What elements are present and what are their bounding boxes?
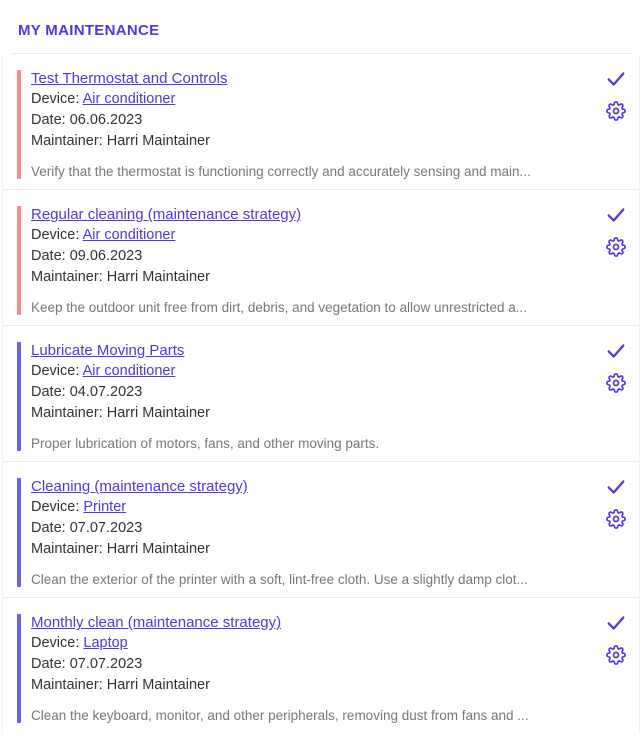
task-title-link[interactable]: Cleaning (maintenance strategy) xyxy=(31,478,248,495)
maintainer-row: Maintainer: Harri Maintainer xyxy=(31,675,579,696)
checkmark-icon[interactable] xyxy=(605,68,627,90)
item-content: Test Thermostat and Controls Device: Air… xyxy=(31,70,629,179)
device-label: Device: xyxy=(31,635,83,651)
list-item: Test Thermostat and Controls Device: Air… xyxy=(3,54,639,190)
description: Verify that the thermostat is functionin… xyxy=(31,164,579,179)
list-item: Cleaning (maintenance strategy) Device: … xyxy=(3,462,639,598)
checkmark-icon[interactable] xyxy=(605,476,627,498)
maintainer-row: Maintainer: Harri Maintainer xyxy=(31,267,579,288)
accent-bar xyxy=(17,342,21,451)
device-row: Device: Printer xyxy=(31,497,579,518)
maintainer-row: Maintainer: Harri Maintainer xyxy=(31,403,579,424)
gear-icon[interactable] xyxy=(605,236,627,258)
maintainer-value: Harri Maintainer xyxy=(107,405,210,421)
accent-bar xyxy=(17,206,21,315)
date-row: Date: 07.07.2023 xyxy=(31,654,579,675)
maintainer-label: Maintainer: xyxy=(31,133,107,149)
device-link[interactable]: Air conditioner xyxy=(83,227,176,243)
gear-icon[interactable] xyxy=(605,644,627,666)
device-row: Device: Air conditioner xyxy=(31,89,579,110)
device-label: Device: xyxy=(31,227,83,243)
maintenance-list: Test Thermostat and Controls Device: Air… xyxy=(2,54,640,733)
date-value: 07.07.2023 xyxy=(70,520,143,536)
date-value: 09.06.2023 xyxy=(70,248,143,264)
maintainer-value: Harri Maintainer xyxy=(107,541,210,557)
device-row: Device: Air conditioner xyxy=(31,225,579,246)
item-actions xyxy=(605,68,627,122)
list-item: Lubricate Moving Parts Device: Air condi… xyxy=(3,326,639,462)
list-item: Monthly clean (maintenance strategy) Dev… xyxy=(3,598,639,733)
device-link[interactable]: Laptop xyxy=(83,635,127,651)
accent-bar xyxy=(17,70,21,179)
device-row: Device: Laptop xyxy=(31,633,579,654)
device-link[interactable]: Printer xyxy=(83,499,126,515)
accent-bar xyxy=(17,478,21,587)
list-item: Regular cleaning (maintenance strategy) … xyxy=(3,190,639,326)
checkmark-icon[interactable] xyxy=(605,612,627,634)
date-row: Date: 09.06.2023 xyxy=(31,246,579,267)
maintainer-value: Harri Maintainer xyxy=(107,677,210,693)
date-label: Date: xyxy=(31,656,70,672)
gear-icon[interactable] xyxy=(605,100,627,122)
date-label: Date: xyxy=(31,384,70,400)
description: Clean the keyboard, monitor, and other p… xyxy=(31,708,579,723)
date-label: Date: xyxy=(31,248,70,264)
description: Keep the outdoor unit free from dirt, de… xyxy=(31,300,579,315)
maintainer-value: Harri Maintainer xyxy=(107,269,210,285)
device-row: Device: Air conditioner xyxy=(31,361,579,382)
item-actions xyxy=(605,476,627,530)
device-label: Device: xyxy=(31,363,83,379)
maintainer-label: Maintainer: xyxy=(31,269,107,285)
item-content: Lubricate Moving Parts Device: Air condi… xyxy=(31,342,629,451)
description: Clean the exterior of the printer with a… xyxy=(31,572,579,587)
date-row: Date: 06.06.2023 xyxy=(31,110,579,131)
device-label: Device: xyxy=(31,499,83,515)
item-actions xyxy=(605,204,627,258)
gear-icon[interactable] xyxy=(605,372,627,394)
page-title: MY MAINTENANCE xyxy=(0,0,642,53)
date-value: 07.07.2023 xyxy=(70,656,143,672)
accent-bar xyxy=(17,614,21,723)
date-row: Date: 07.07.2023 xyxy=(31,518,579,539)
device-link[interactable]: Air conditioner xyxy=(83,91,176,107)
maintainer-label: Maintainer: xyxy=(31,405,107,421)
gear-icon[interactable] xyxy=(605,508,627,530)
task-title-link[interactable]: Regular cleaning (maintenance strategy) xyxy=(31,206,301,223)
item-content: Monthly clean (maintenance strategy) Dev… xyxy=(31,614,629,723)
maintainer-row: Maintainer: Harri Maintainer xyxy=(31,539,579,560)
device-link[interactable]: Air conditioner xyxy=(83,363,176,379)
task-title-link[interactable]: Lubricate Moving Parts xyxy=(31,342,184,359)
maintainer-value: Harri Maintainer xyxy=(107,133,210,149)
item-content: Regular cleaning (maintenance strategy) … xyxy=(31,206,629,315)
date-label: Date: xyxy=(31,520,70,536)
item-actions xyxy=(605,612,627,666)
date-label: Date: xyxy=(31,112,70,128)
maintainer-label: Maintainer: xyxy=(31,541,107,557)
maintainer-label: Maintainer: xyxy=(31,677,107,693)
date-value: 04.07.2023 xyxy=(70,384,143,400)
task-title-link[interactable]: Test Thermostat and Controls xyxy=(31,70,227,87)
description: Proper lubrication of motors, fans, and … xyxy=(31,436,579,451)
date-value: 06.06.2023 xyxy=(70,112,143,128)
maintainer-row: Maintainer: Harri Maintainer xyxy=(31,131,579,152)
checkmark-icon[interactable] xyxy=(605,340,627,362)
item-actions xyxy=(605,340,627,394)
task-title-link[interactable]: Monthly clean (maintenance strategy) xyxy=(31,614,281,631)
item-content: Cleaning (maintenance strategy) Device: … xyxy=(31,478,629,587)
date-row: Date: 04.07.2023 xyxy=(31,382,579,403)
device-label: Device: xyxy=(31,91,83,107)
checkmark-icon[interactable] xyxy=(605,204,627,226)
